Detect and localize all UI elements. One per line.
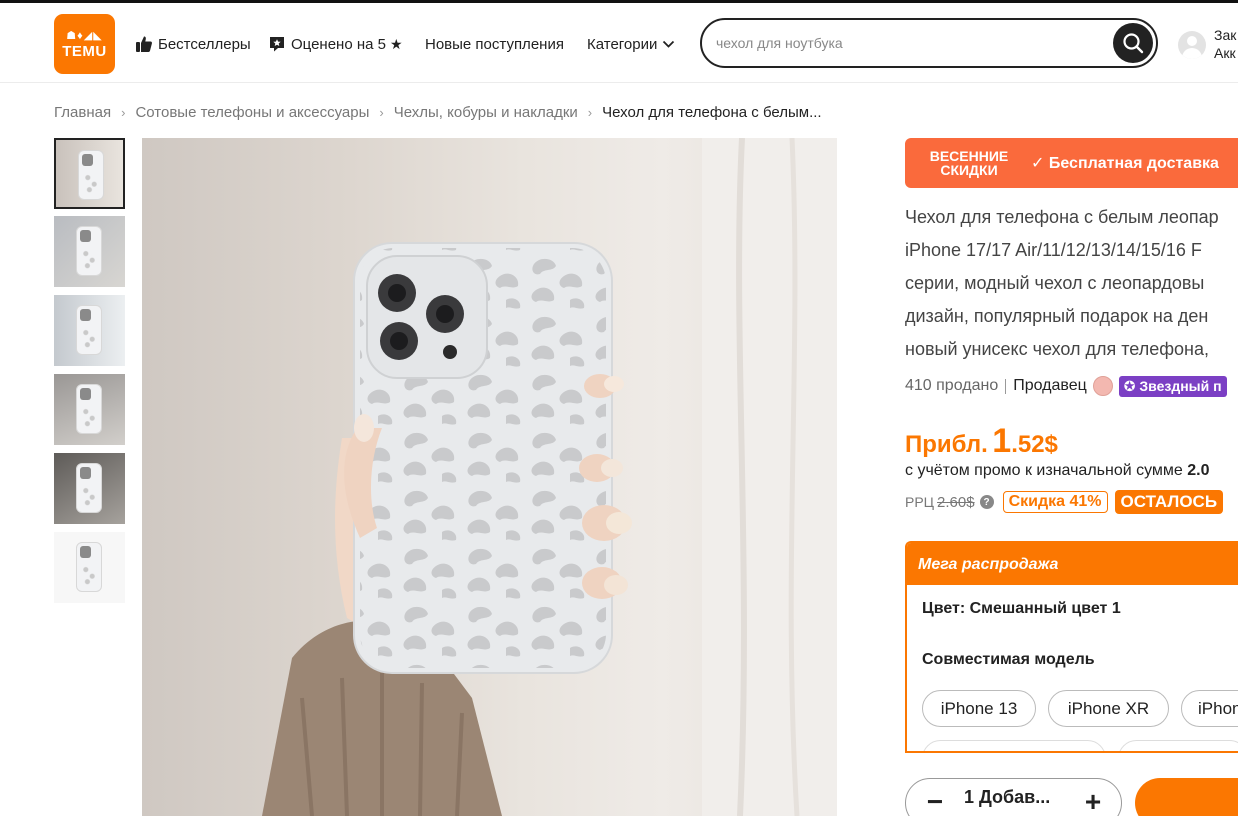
quantity-stepper: − 1 Добав... + — [905, 778, 1122, 816]
breadcrumb: Главная › Сотовые телефоны и аксессуары … — [54, 102, 822, 122]
old-price: 2.60$ — [937, 493, 975, 511]
add-to-cart-button[interactable] — [1135, 778, 1238, 816]
nav-bestsellers-label: Бестселлеры — [158, 35, 251, 53]
title-line-5: новый унисекс чехол для телефона, — [905, 339, 1209, 359]
main-product-image[interactable] — [142, 138, 837, 816]
price-fraction: .52$ — [1011, 431, 1058, 458]
free-shipping-label: Бесплатная доставка — [1048, 155, 1219, 172]
breadcrumb-separator-icon: › — [379, 104, 384, 120]
title-line-4: дизайн, популярный подарок на ден — [905, 306, 1209, 326]
free-shipping: ✓ Бесплатная доставка — [1031, 153, 1219, 173]
account-line2: Акк — [1214, 45, 1236, 61]
thumbnail-5[interactable] — [54, 453, 125, 524]
price-label: Прибл. — [905, 431, 988, 458]
model-chip-iphone13[interactable]: iPhone 13 — [922, 690, 1036, 727]
model-chip-faded-1[interactable]: iPhone 12 Pro Max — [922, 740, 1106, 751]
thumbnail-4[interactable] — [54, 374, 125, 445]
mega-sale-box: Мега распродажа Цвет: Смешанный цвет 1 С… — [905, 541, 1238, 753]
breadcrumb-separator-icon: › — [587, 104, 593, 120]
selected-color: Цвет: Смешанный цвет 1 — [922, 600, 1121, 617]
account-menu[interactable]: Зак Акк — [1178, 24, 1238, 64]
nav-rated5[interactable]: Оценено на 5 ★ — [268, 31, 403, 57]
remaining-badge: ОСТАЛОСЬ — [1114, 490, 1224, 514]
breadcrumb-home[interactable]: Главная — [54, 104, 111, 121]
thumbnail-2[interactable] — [54, 216, 125, 287]
nav-bestsellers[interactable]: Бестселлеры — [135, 31, 251, 57]
nav-rated5-label: Оценено на 5 — [291, 35, 386, 53]
star-review-icon — [270, 37, 284, 52]
product-title: Чехол для телефона с белым леопар iPhone… — [905, 201, 1238, 366]
mega-sale-title: Мега распродажа — [907, 543, 1238, 585]
account-line1: Зак — [1214, 27, 1237, 43]
sale-line1: ВЕСЕННИЕ — [929, 148, 1009, 164]
minus-icon[interactable]: − — [922, 788, 948, 816]
avatar-icon — [1178, 31, 1206, 59]
title-line-2: iPhone 17/17 Air/11/12/13/14/15/16 F — [905, 240, 1202, 260]
sold-seller-row: 410 продано Продавец ✪ Звездный п — [905, 375, 1227, 397]
rrp-row: РРЦ 2.60$ ? Скидка 41% ОСТАЛОСЬ — [905, 489, 1224, 515]
thumbnail-1[interactable] — [54, 138, 125, 209]
star-icon: ✪ — [1123, 377, 1140, 394]
star-seller-badge[interactable]: ✪ Звездный п — [1118, 375, 1227, 397]
rrp-label: РРЦ — [905, 494, 935, 510]
product-photo — [262, 138, 837, 816]
price-whole: 1 — [992, 422, 1012, 460]
check-icon: ✓ — [1031, 155, 1049, 172]
seller-avatar[interactable] — [1092, 376, 1113, 396]
quantity-value[interactable]: 1 Добав... — [964, 787, 1072, 808]
seller-label[interactable]: Продавец — [1013, 377, 1087, 395]
breadcrumb-current: Чехол для телефона с белым... — [602, 103, 822, 121]
thumbnail-3[interactable] — [54, 295, 125, 366]
nav-new-arrivals-label: Новые поступления — [425, 35, 564, 53]
spring-sale-badge: ВЕСЕННИЕ СКИДКИ — [923, 149, 1015, 177]
search-button[interactable] — [1113, 23, 1153, 63]
star-icon: ★ — [390, 35, 403, 52]
search-icon — [1123, 33, 1144, 54]
promo-banner: ВЕСЕННИЕ СКИДКИ ✓ Бесплатная доставка — [905, 138, 1238, 188]
price: Прибл. 1.52$ — [905, 422, 1058, 460]
temu-logo[interactable]: ☗♦◢◣ TEMU — [54, 14, 115, 74]
thumbs-up-icon — [136, 36, 152, 52]
divider — [1005, 378, 1007, 394]
search-input[interactable] — [716, 31, 1106, 55]
account-text: Зак Акк — [1214, 26, 1236, 62]
nav-categories[interactable]: Категории — [587, 31, 680, 57]
help-icon[interactable]: ? — [979, 495, 994, 509]
promo-note-text: с учётом промо к изначальной сумме — [905, 462, 1183, 479]
model-chip-iphone-next[interactable]: iPhon — [1181, 690, 1238, 727]
thumbnail-6[interactable] — [54, 532, 125, 603]
breadcrumb-separator-icon: › — [121, 104, 126, 120]
logo-pictograms: ☗♦◢◣ — [66, 30, 103, 42]
title-line-3: серии, модный чехол с леопардовы — [905, 273, 1205, 293]
nav-categories-label: Категории — [587, 35, 658, 53]
breadcrumb-cases[interactable]: Чехлы, кобуры и накладки — [394, 104, 578, 121]
chevron-down-icon — [663, 40, 675, 48]
model-chip-faded-2[interactable]: iPhone 12 Pro — [1118, 740, 1238, 751]
search-bar — [700, 18, 1158, 68]
promo-note: с учётом промо к изначальной сумме 2.0 — [905, 462, 1210, 480]
breadcrumb-phones[interactable]: Сотовые телефоны и аксессуары — [135, 104, 369, 121]
discount-badge: Скидка 41% — [1002, 491, 1108, 513]
sold-count: 410 продано — [905, 377, 999, 394]
logo-text: TEMU — [62, 43, 107, 60]
plus-icon[interactable]: + — [1080, 788, 1106, 816]
title-line-1: Чехол для телефона с белым леопар — [905, 207, 1219, 227]
promo-note-amount: 2.0 — [1187, 462, 1210, 479]
site-header: ☗♦◢◣ TEMU Бестселлеры Оценено на 5 ★ Нов… — [0, 3, 1238, 83]
compatible-model-title: Совместимая модель — [922, 651, 1095, 668]
sale-line2: СКИДКИ — [940, 162, 998, 178]
star-seller-label: Звездный п — [1139, 377, 1222, 394]
nav-new-arrivals[interactable]: Новые поступления — [425, 31, 564, 57]
model-chip-iphonexr[interactable]: iPhone XR — [1048, 690, 1169, 727]
